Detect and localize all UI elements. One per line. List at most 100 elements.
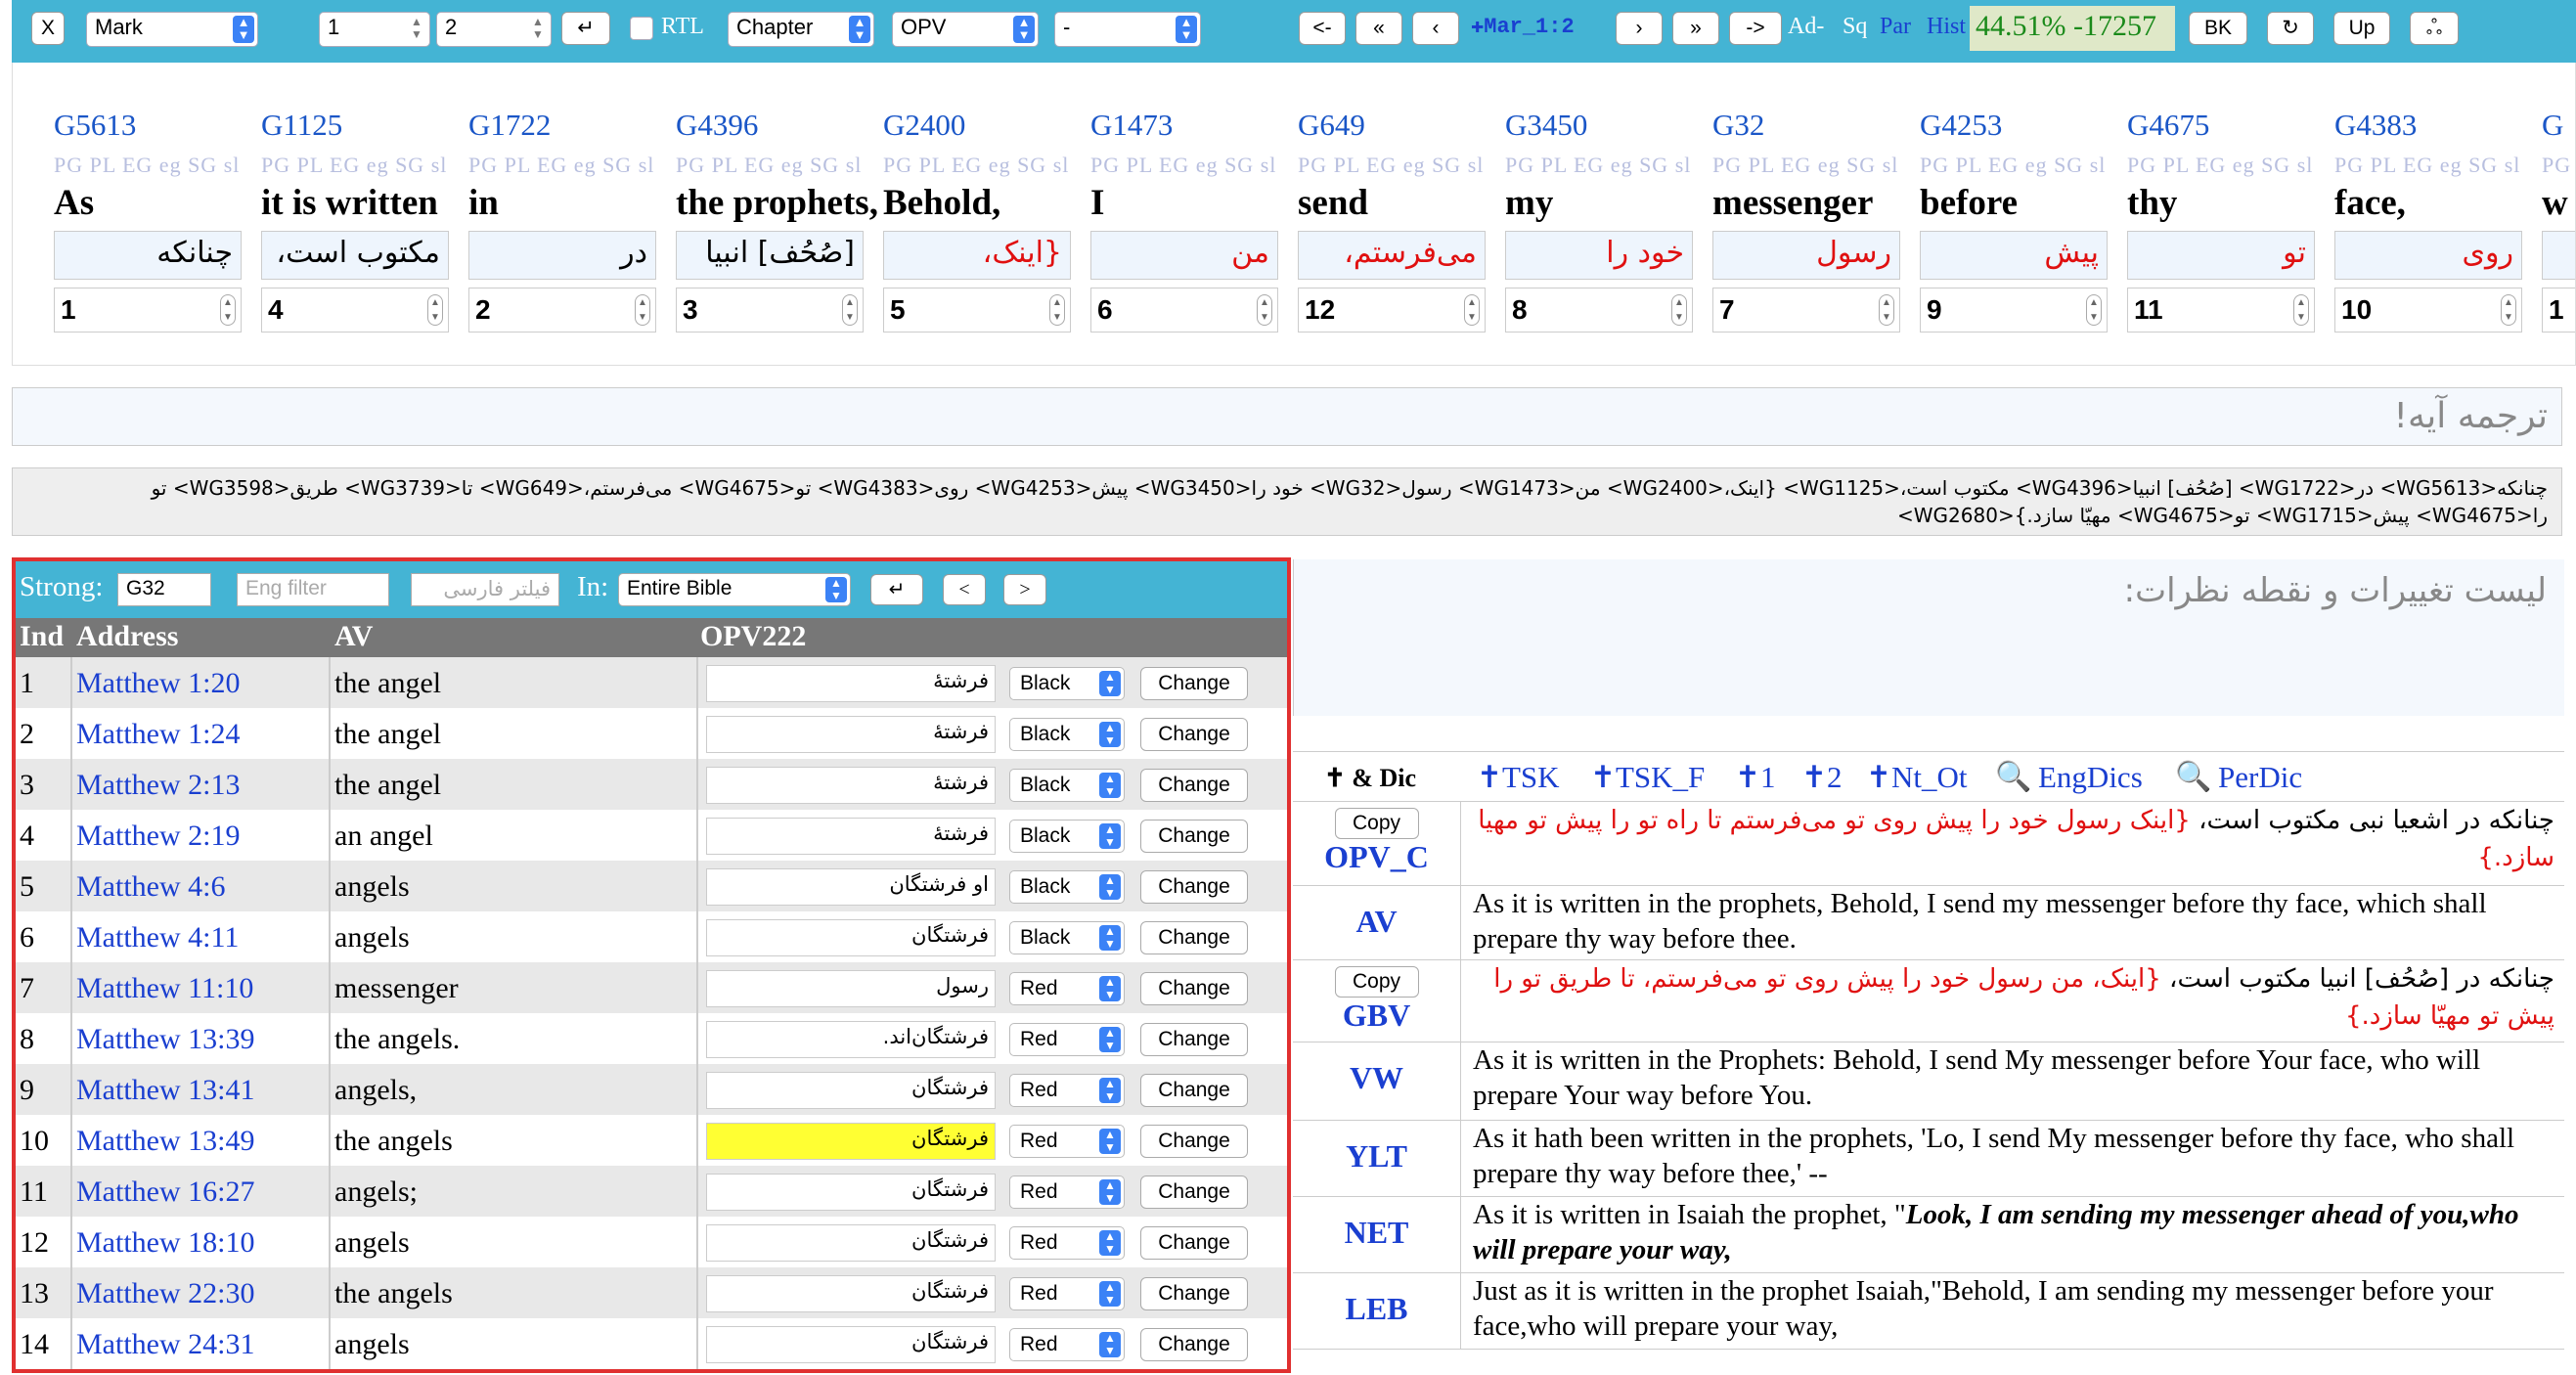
persian-word-input[interactable]: من	[1090, 231, 1278, 280]
rtl-checkbox[interactable]	[630, 17, 653, 40]
persian-word-input[interactable]: روی	[2334, 231, 2522, 280]
address-link[interactable]: Matthew 13:41	[76, 1074, 254, 1107]
word-flags[interactable]: PG	[2542, 153, 2571, 178]
persian-word-input[interactable]: خود را	[1505, 231, 1693, 280]
cross-ref-2-link[interactable]: ✝2	[1801, 760, 1842, 795]
color-select[interactable]: Black ▲ ▼	[1009, 667, 1125, 700]
word-order-input[interactable]: 7 ▲ ▼	[1712, 288, 1900, 333]
extra-button[interactable]: ஃ	[2410, 12, 2459, 45]
strong-number-link[interactable]: G5613	[54, 108, 136, 143]
word-order-input[interactable]: 5 ▲ ▼	[883, 288, 1071, 333]
nav-forward-button[interactable]: ›	[1616, 12, 1663, 45]
notes-panel[interactable]: لیست تغییرات و نقطه نظرات:	[1293, 559, 2564, 716]
per-dic-link[interactable]: PerDic	[2218, 760, 2302, 795]
word-flags[interactable]: PG PL EG eg SG sl	[883, 153, 1069, 178]
word-flags[interactable]: PG PL EG eg SG sl	[2334, 153, 2520, 178]
strong-number-link[interactable]: G4675	[2127, 108, 2209, 143]
nav-first-button[interactable]: «	[1355, 12, 1402, 45]
strong-number-link[interactable]: G4253	[1920, 108, 2002, 143]
persian-word-input[interactable]: در	[468, 231, 656, 280]
word-flags[interactable]: PG PL EG eg SG sl	[676, 153, 862, 178]
address-link[interactable]: Matthew 1:20	[76, 667, 240, 700]
strong-input[interactable]: G32	[117, 573, 211, 606]
word-flags[interactable]: PG PL EG eg SG sl	[261, 153, 447, 178]
word-order-input[interactable]: 6 ▲ ▼	[1090, 288, 1278, 333]
persian-word-input[interactable]: پیش	[1920, 231, 2108, 280]
persian-word-input[interactable]: {اینک،	[883, 231, 1071, 280]
current-reference[interactable]: ✚Mar_1:2	[1471, 14, 1575, 39]
eng-dics-link[interactable]: EngDics	[2038, 760, 2143, 795]
refresh-button[interactable]: ↻	[2267, 12, 2314, 45]
opv-input[interactable]: فرشتگان	[706, 1326, 996, 1363]
strong-number-link[interactable]: G32	[1712, 108, 1764, 143]
nav-back-button[interactable]: ‹	[1412, 12, 1459, 45]
opv-input[interactable]: فرشتهٔ	[706, 716, 996, 753]
strong-next-button[interactable]: >	[1003, 574, 1046, 605]
color-select[interactable]: Red ▲ ▼	[1009, 972, 1125, 1005]
change-button[interactable]: Change	[1140, 1074, 1248, 1107]
scope-select[interactable]: Chapter ▲ ▼	[728, 12, 874, 47]
change-button[interactable]: Change	[1140, 820, 1248, 853]
word-order-input[interactable]: 12 ▲ ▼	[1298, 288, 1486, 333]
strong-number-link[interactable]: G1473	[1090, 108, 1173, 143]
word-order-input[interactable]: 1▲▼	[2542, 288, 2575, 333]
extra-select[interactable]: - ▲ ▼	[1054, 12, 1201, 47]
word-order-input[interactable]: 9 ▲ ▼	[1920, 288, 2108, 333]
opv-input[interactable]: رسول	[706, 970, 996, 1007]
tsk-link[interactable]: ✝TSK	[1477, 760, 1560, 795]
color-select[interactable]: Black ▲ ▼	[1009, 921, 1125, 954]
word-flags[interactable]: PG PL EG eg SG sl	[1090, 153, 1276, 178]
word-order-input[interactable]: 8 ▲ ▼	[1505, 288, 1693, 333]
version-name-link[interactable]: LEB	[1345, 1291, 1407, 1326]
word-order-input[interactable]: 3 ▲ ▼	[676, 288, 864, 333]
word-order-input[interactable]: 4 ▲ ▼	[261, 288, 449, 333]
persian-word-input[interactable]: تو	[2127, 231, 2315, 280]
address-link[interactable]: Matthew 11:10	[76, 972, 253, 1005]
ad-link[interactable]: Ad-	[1788, 14, 1824, 40]
strong-number-link[interactable]: G4383	[2334, 108, 2417, 143]
change-button[interactable]: Change	[1140, 718, 1248, 751]
color-select[interactable]: Red ▲ ▼	[1009, 1175, 1125, 1209]
fa-filter-input[interactable]: فیلتر فارسی	[411, 573, 559, 606]
opv-input[interactable]: فرشتگان	[706, 919, 996, 956]
change-button[interactable]: Change	[1140, 1277, 1248, 1310]
tsk-f-link[interactable]: ✝TSK_F	[1590, 760, 1705, 795]
strong-number-link[interactable]: G2400	[883, 108, 965, 143]
close-button[interactable]: X	[31, 12, 65, 45]
nav-last-button[interactable]: »	[1672, 12, 1719, 45]
go-enter-button[interactable]: ↵	[561, 12, 610, 45]
word-order-input[interactable]: 2 ▲ ▼	[468, 288, 656, 333]
color-select[interactable]: Black ▲ ▼	[1009, 718, 1125, 751]
opv-input[interactable]: فرشتگان	[706, 1123, 996, 1160]
address-link[interactable]: Matthew 18:10	[76, 1226, 254, 1260]
color-select[interactable]: Black ▲ ▼	[1009, 870, 1125, 904]
word-order-input[interactable]: 11 ▲ ▼	[2127, 288, 2315, 333]
verse-input[interactable]: 2 ▲ ▼	[436, 12, 552, 47]
version-name-link[interactable]: AV	[1355, 904, 1397, 939]
opv-input[interactable]: فرشتهٔ	[706, 818, 996, 855]
persian-word-input[interactable]: [صُحُف] انبیا	[676, 231, 864, 280]
bk-button[interactable]: BK	[2189, 12, 2247, 45]
color-select[interactable]: Red ▲ ▼	[1009, 1023, 1125, 1056]
address-link[interactable]: Matthew 2:19	[76, 820, 240, 853]
color-select[interactable]: Red ▲ ▼	[1009, 1328, 1125, 1361]
change-button[interactable]: Change	[1140, 1328, 1248, 1361]
color-select[interactable]: Black ▲ ▼	[1009, 769, 1125, 802]
eng-filter-input[interactable]: Eng filter	[237, 573, 389, 606]
change-button[interactable]: Change	[1140, 1175, 1248, 1209]
word-flags[interactable]: PG PL EG eg SG sl	[468, 153, 654, 178]
change-button[interactable]: Change	[1140, 667, 1248, 700]
color-select[interactable]: Black ▲ ▼	[1009, 820, 1125, 853]
change-button[interactable]: Change	[1140, 870, 1248, 904]
opv-input[interactable]: فرشتگان‌اند.	[706, 1021, 996, 1058]
strong-number-link[interactable]: G3450	[1505, 108, 1587, 143]
persian-word-input[interactable]: رسول	[1712, 231, 1900, 280]
persian-word-input[interactable]: می‌فرستم،	[1298, 231, 1486, 280]
address-link[interactable]: Matthew 4:11	[76, 921, 239, 954]
cross-ref-1-link[interactable]: ✝1	[1735, 760, 1775, 795]
address-link[interactable]: Matthew 16:27	[76, 1175, 254, 1209]
opv-input[interactable]: فرشتهٔ	[706, 767, 996, 804]
change-button[interactable]: Change	[1140, 1023, 1248, 1056]
word-flags[interactable]: PG PL EG eg SG sl	[1298, 153, 1484, 178]
chapter-input[interactable]: 1 ▲ ▼	[319, 12, 430, 47]
